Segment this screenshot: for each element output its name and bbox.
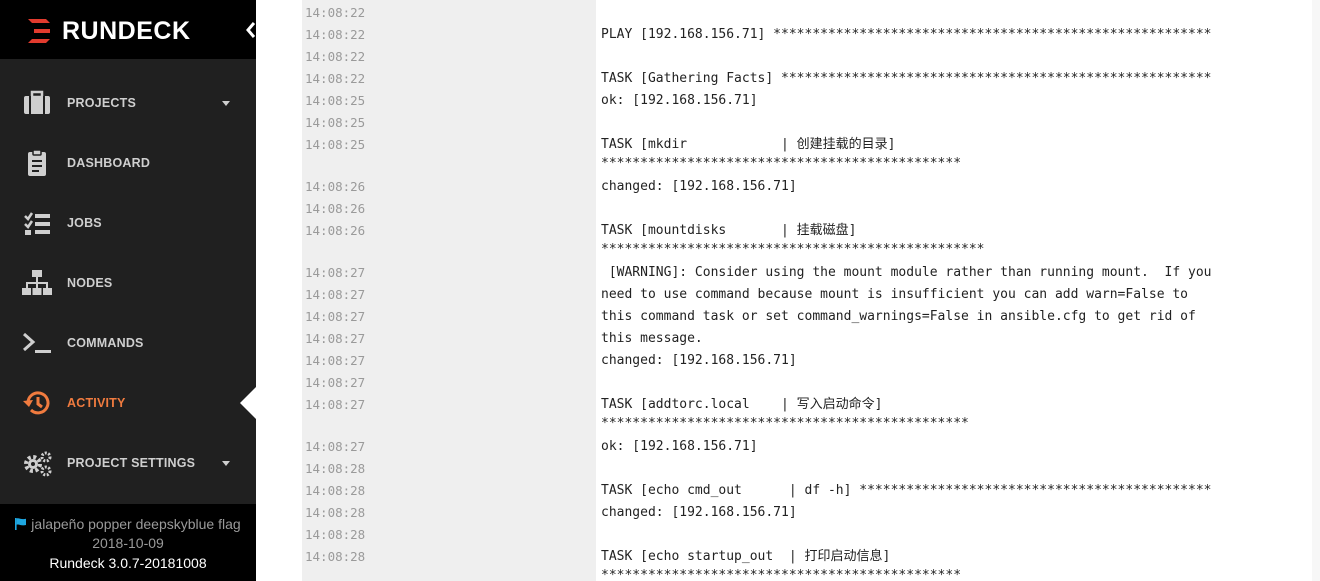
- log-timestamp: 14:08:27: [305, 265, 366, 280]
- log-timestamp: 14:08:27: [305, 353, 366, 368]
- log-timestamp: 14:08:26: [305, 179, 366, 194]
- sidebar-item-activity[interactable]: ACTIVITY: [0, 373, 256, 433]
- log-timestamp: 14:08:28: [305, 461, 366, 476]
- sidebar-item-label: COMMANDS: [67, 336, 144, 350]
- terminal-icon: [23, 332, 51, 353]
- tasks-icon: [24, 212, 50, 235]
- log-line-warning: need to use command because mount is ins…: [601, 287, 1188, 302]
- sidebar-item-dashboard[interactable]: DASHBOARD: [0, 133, 256, 193]
- sidebar-item-label: NODES: [67, 276, 113, 290]
- log-timestamp: 14:08:27: [305, 331, 366, 346]
- sidebar-item-label: JOBS: [67, 216, 102, 230]
- log-line: changed: [192.168.156.71]: [601, 353, 797, 368]
- sidebar-item-label: PROJECTS: [67, 96, 136, 110]
- sidebar-item-jobs[interactable]: JOBS: [0, 193, 256, 253]
- log-timestamp: 14:08:26: [305, 201, 366, 216]
- log-timestamp: 14:08:28: [305, 527, 366, 542]
- log-timestamp: 14:08:28: [305, 549, 366, 564]
- log-timestamp: 14:08:27: [305, 375, 366, 390]
- log-line-warning: this command task or set command_warning…: [601, 309, 1196, 324]
- app-version[interactable]: Rundeck 3.0.7-20181008: [0, 553, 256, 573]
- briefcase-icon: [24, 90, 50, 114]
- log-timestamp: 14:08:25: [305, 93, 366, 108]
- sitemap-icon: [22, 270, 52, 295]
- log-line: ****************************************…: [601, 156, 962, 171]
- log-timestamp: 14:08:28: [305, 505, 366, 520]
- log-timestamp: 14:08:27: [305, 309, 366, 324]
- log-line: TASK [mountdisks | 挂载磁盘]: [601, 223, 857, 238]
- log-timestamp: 14:08:22: [305, 5, 366, 20]
- history-icon: [23, 391, 50, 415]
- log-line: changed: [192.168.156.71]: [601, 179, 797, 194]
- cogs-icon: [24, 451, 52, 477]
- flag-icon: [15, 518, 27, 530]
- log-timestamp: 14:08:25: [305, 115, 366, 130]
- sidebar: RUNDECK PROJECTS DASHBOARD JOBS NODES CO…: [0, 0, 256, 581]
- log-timestamp: 14:08:22: [305, 71, 366, 86]
- log-line: ok: [192.168.156.71]: [601, 93, 758, 108]
- clipboard-icon: [28, 149, 46, 176]
- sidebar-item-label: DASHBOARD: [67, 156, 151, 170]
- sidebar-item-projects[interactable]: PROJECTS: [0, 73, 256, 133]
- server-name: jalapeño popper deepskyblue flag: [31, 516, 241, 532]
- sidebar-item-project-settings[interactable]: PROJECT SETTINGS: [0, 433, 256, 493]
- log-timestamp: 14:08:27: [305, 397, 366, 412]
- sidebar-footer: jalapeño popper deepskyblue flag 2018-10…: [0, 504, 256, 581]
- log-timestamp: 14:08:25: [305, 137, 366, 152]
- log-line: TASK [echo startup_out | 打印启动信息]: [601, 549, 891, 564]
- sidebar-item-commands[interactable]: COMMANDS: [0, 313, 256, 373]
- log-line: TASK [mkdir | 创建挂载的目录]: [601, 137, 896, 152]
- log-timestamp: 14:08:27: [305, 439, 366, 454]
- sidebar-item-nodes[interactable]: NODES: [0, 253, 256, 313]
- log-timestamp: 14:08:28: [305, 483, 366, 498]
- log-line: PLAY [192.168.156.71] ******************…: [601, 27, 1212, 42]
- log-line: ****************************************…: [601, 242, 985, 257]
- log-timestamp: 14:08:27: [305, 287, 366, 302]
- server-info: jalapeño popper deepskyblue flag: [0, 515, 256, 533]
- log-line: TASK [addtorc.local | 写入启动命令]: [601, 397, 883, 412]
- log-line: ok: [192.168.156.71]: [601, 439, 758, 454]
- log-timestamp: 14:08:22: [305, 49, 366, 64]
- log-line: ****************************************…: [601, 568, 962, 581]
- sidebar-nav: PROJECTS DASHBOARD JOBS NODES COMMANDS A…: [0, 73, 256, 493]
- content-gutter: [256, 0, 302, 581]
- build-date: 2018-10-09: [92, 535, 164, 551]
- sidebar-item-label: ACTIVITY: [67, 396, 126, 410]
- sidebar-item-label: PROJECT SETTINGS: [67, 456, 196, 470]
- active-indicator: [240, 387, 256, 419]
- rundeck-logo-icon: [28, 19, 50, 43]
- caret-down-icon: [222, 461, 230, 466]
- log-line-warning: this message.: [601, 331, 703, 346]
- log-timestamp: 14:08:26: [305, 223, 366, 238]
- log-line: TASK [Gathering Facts] *****************…: [601, 71, 1212, 86]
- brand-header[interactable]: RUNDECK: [0, 0, 256, 59]
- scrollbar-track[interactable]: [1312, 0, 1320, 581]
- log-line: ****************************************…: [601, 416, 969, 431]
- log-line: TASK [echo cmd_out | df -h] ************…: [601, 483, 1212, 498]
- log-timestamp: 14:08:22: [305, 27, 366, 42]
- log-line-warning: [WARNING]: Consider using the mount modu…: [601, 265, 1212, 280]
- caret-down-icon: [222, 101, 230, 106]
- brand-title: RUNDECK: [62, 17, 191, 45]
- log-line: changed: [192.168.156.71]: [601, 505, 797, 520]
